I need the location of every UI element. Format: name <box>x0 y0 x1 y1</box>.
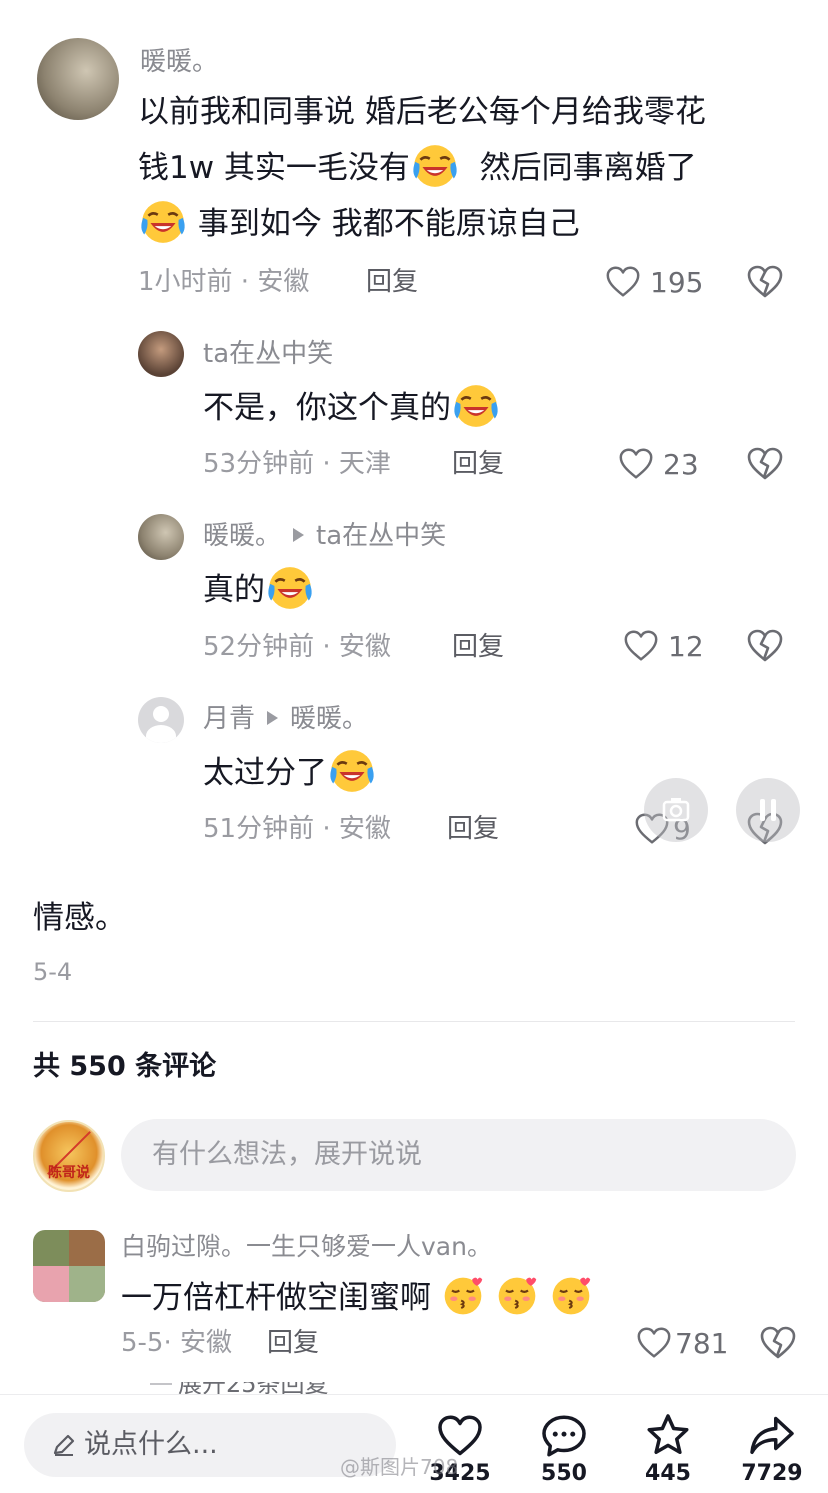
laugh-cry-emoji <box>451 381 501 431</box>
favorite-total: 445 <box>645 1461 691 1486</box>
reply-button[interactable]: 回复 <box>452 630 504 664</box>
avatar[interactable] <box>33 1230 105 1302</box>
broken-heart-icon[interactable] <box>745 262 785 302</box>
favorite-action[interactable]: 445 <box>628 1411 708 1486</box>
like-count: 12 <box>668 629 704 663</box>
comment-text: 太过分了 <box>203 745 377 801</box>
like-button[interactable]: 23 <box>617 444 699 484</box>
heart-icon <box>635 1324 673 1362</box>
comment-meta: 52分钟前 · 安徽 <box>203 632 391 662</box>
broken-heart-icon[interactable] <box>745 626 785 666</box>
comment-text: 一万倍杠杆做空闺蜜啊 <box>121 1270 593 1326</box>
reply-button[interactable]: 回复 <box>366 265 418 299</box>
laugh-cry-emoji <box>138 197 188 247</box>
pencil-icon <box>53 1434 75 1456</box>
like-count: 781 <box>675 1326 729 1360</box>
reply-arrow-icon <box>267 710 279 725</box>
broken-heart-icon[interactable] <box>745 444 785 484</box>
comment-author[interactable]: ta在丛中笑 <box>203 337 333 371</box>
expand-replies-label: 展开25条回复 <box>178 1382 329 1394</box>
avatar[interactable] <box>138 331 184 377</box>
kiss-emoji <box>549 1274 593 1318</box>
post-caption: 情感。 <box>33 900 126 936</box>
comment-bubble-icon <box>542 1415 586 1457</box>
comment-input-placeholder: 有什么想法，展开说说 <box>152 1139 422 1170</box>
bottom-input-placeholder: 说点什么... <box>84 1429 218 1460</box>
heart-icon <box>604 263 642 301</box>
avatar[interactable] <box>138 514 184 560</box>
comment-text: 以前我和同事说 婚后老公每个月给我零花 钱1w 其实一毛没有 然后同事离婚了 事… <box>138 84 798 252</box>
comment-author[interactable]: 暖暖。 ta在丛中笑 <box>203 519 446 553</box>
like-button[interactable]: 12 <box>622 626 704 666</box>
comment-total: 550 <box>541 1461 587 1486</box>
reply-arrow-icon <box>293 527 305 542</box>
camera-button[interactable] <box>644 778 708 842</box>
laugh-cry-emoji <box>327 746 377 796</box>
comment-input[interactable]: 有什么想法，展开说说 <box>121 1119 796 1191</box>
comment-count-title: 共 550 条评论 <box>33 1051 217 1082</box>
post-date: 5-4 <box>33 958 73 986</box>
pause-button[interactable] <box>736 778 800 842</box>
bottom-bar: 说点什么... 3425 550 445 7729 @斯图片708 <box>0 1394 828 1493</box>
comment-text: 真的 <box>203 562 315 618</box>
share-total: 7729 <box>741 1461 803 1486</box>
kiss-emoji <box>441 1274 485 1318</box>
comment-meta: 51分钟前 · 安徽 <box>203 814 391 844</box>
reply-button[interactable]: 回复 <box>267 1326 319 1360</box>
comment-action[interactable]: 550 <box>524 1411 604 1486</box>
avatar-label: 陈哥说 <box>48 1165 90 1181</box>
avatar[interactable] <box>37 38 119 120</box>
expand-replies-link[interactable]: 展开25条回复 <box>150 1382 329 1394</box>
like-count: 195 <box>650 265 704 299</box>
comment-meta: 1小时前 · 安徽 <box>138 267 310 297</box>
share-action[interactable]: 7729 <box>732 1411 812 1486</box>
divider <box>33 1021 795 1022</box>
laugh-cry-emoji <box>410 141 460 191</box>
comment-author[interactable]: 白驹过隙。一生只够爱一人van。 <box>121 1230 492 1264</box>
comment-author[interactable]: 月青 暖暖。 <box>203 702 368 736</box>
reply-button[interactable]: 回复 <box>447 812 499 846</box>
broken-heart-icon[interactable] <box>758 1323 798 1363</box>
like-count: 23 <box>663 447 699 481</box>
avatar[interactable] <box>138 697 184 743</box>
comment-author[interactable]: 暖暖。 <box>140 45 218 79</box>
reply-button[interactable]: 回复 <box>452 447 504 481</box>
kiss-emoji <box>495 1274 539 1318</box>
share-arrow-icon <box>750 1416 794 1454</box>
pause-icon <box>760 799 776 821</box>
comment-meta: 53分钟前 · 天津 <box>203 449 391 479</box>
comment-meta: 5-5· 安徽 <box>121 1328 232 1358</box>
heart-icon <box>622 627 660 665</box>
like-button[interactable]: 781 <box>635 1323 728 1363</box>
camera-icon <box>662 798 690 822</box>
heart-icon <box>617 445 655 483</box>
my-avatar[interactable]: 陈哥说 <box>33 1120 105 1192</box>
watermark: @斯图片708 <box>340 1455 459 1479</box>
like-button[interactable]: 195 <box>604 262 703 302</box>
comment-text: 不是，你这个真的 <box>203 380 501 436</box>
star-icon <box>647 1414 689 1454</box>
laugh-cry-emoji <box>265 563 315 613</box>
